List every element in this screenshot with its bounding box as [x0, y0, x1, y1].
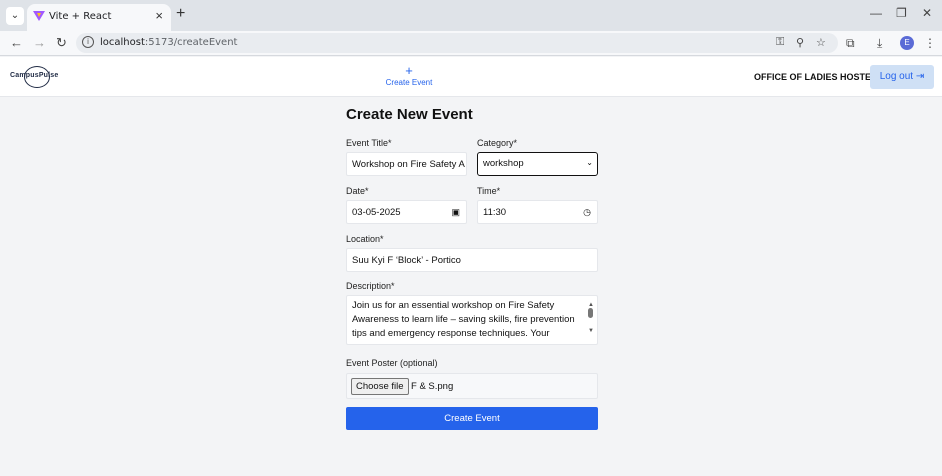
description-textarea[interactable]: Join us for an essential workshop on Fir…: [346, 295, 598, 345]
vite-favicon-icon: [33, 11, 45, 21]
logout-icon: ⇥: [915, 71, 925, 82]
url-text[interactable]: localhost:5173/createEvent: [100, 37, 237, 48]
forward-icon[interactable]: →: [33, 35, 46, 50]
profile-avatar[interactable]: E: [900, 36, 914, 50]
download-icon[interactable]: ⤓: [877, 36, 882, 51]
chevron-down-icon: ⌄: [586, 158, 593, 167]
reload-icon[interactable]: ↻: [56, 35, 67, 51]
page-title: Create New Event: [346, 106, 473, 123]
event-title-label: Event Title*: [346, 138, 392, 148]
bookmark-star-icon[interactable]: ☆: [816, 36, 826, 49]
plus-icon: +: [405, 63, 413, 78]
zoom-icon[interactable]: ⚲: [796, 36, 804, 49]
tab-search-chevron-icon[interactable]: ⌄: [6, 7, 24, 25]
category-label: Category*: [477, 138, 518, 148]
browser-tab[interactable]: Vite + React ×: [27, 4, 171, 31]
app-header: CampusPulse + Create Event OFFICE OF LAD…: [0, 57, 942, 97]
logout-button[interactable]: Log out ⇥: [870, 65, 934, 89]
create-event-button[interactable]: Create Event: [346, 407, 598, 430]
choose-file-button[interactable]: Choose file: [351, 378, 409, 395]
location-input[interactable]: Suu Kyi F ‘Block’ - Portico: [346, 248, 598, 272]
location-label: Location*: [346, 234, 384, 244]
poster-label: Event Poster (optional): [346, 358, 438, 368]
browser-toolbar: ← → ↻ i localhost:5173/createEvent ⚿ ⚲ ☆…: [0, 31, 942, 56]
tab-title: Vite + React: [49, 11, 112, 22]
campuspulse-logo[interactable]: CampusPulse: [10, 66, 64, 88]
clock-icon[interactable]: ◷: [583, 207, 591, 218]
tab-close-icon[interactable]: ×: [155, 8, 163, 23]
restore-icon[interactable]: ❐: [896, 6, 907, 20]
new-tab-icon[interactable]: +: [176, 5, 185, 23]
password-key-icon[interactable]: ⚿: [776, 36, 784, 49]
description-label: Description*: [346, 281, 395, 291]
minimize-icon[interactable]: —: [870, 6, 882, 20]
scrollbar-thumb[interactable]: [588, 308, 593, 318]
date-label: Date*: [346, 186, 369, 196]
date-input[interactable]: 03-05-2025 ▣: [346, 200, 467, 224]
nav-create-event-label: Create Event: [385, 78, 433, 87]
nav-create-event[interactable]: + Create Event: [378, 63, 440, 87]
site-info-icon[interactable]: i: [82, 36, 94, 48]
time-label: Time*: [477, 186, 501, 196]
browser-menu-icon[interactable]: ⋮: [924, 36, 936, 50]
office-name: OFFICE OF LADIES HOSTEL: [754, 72, 877, 82]
back-icon[interactable]: ←: [10, 35, 23, 50]
event-title-input[interactable]: Workshop on Fire Safety A: [346, 152, 467, 176]
browser-tab-strip: ⌄ Vite + React × + — ❐ ✕: [0, 0, 942, 31]
extensions-icon[interactable]: ⧉: [846, 36, 855, 51]
selected-file-name: F & S.png: [411, 381, 454, 392]
poster-file-input[interactable]: Choose file F & S.png: [346, 373, 598, 399]
calendar-icon[interactable]: ▣: [451, 207, 460, 218]
time-input[interactable]: 11:30 ◷: [477, 200, 598, 224]
window-close-icon[interactable]: ✕: [922, 6, 932, 20]
category-select[interactable]: workshop ⌄: [477, 152, 598, 176]
scroll-down-icon[interactable]: ▼: [588, 324, 594, 338]
address-bar[interactable]: i localhost:5173/createEvent ⚿ ⚲ ☆: [76, 33, 838, 53]
